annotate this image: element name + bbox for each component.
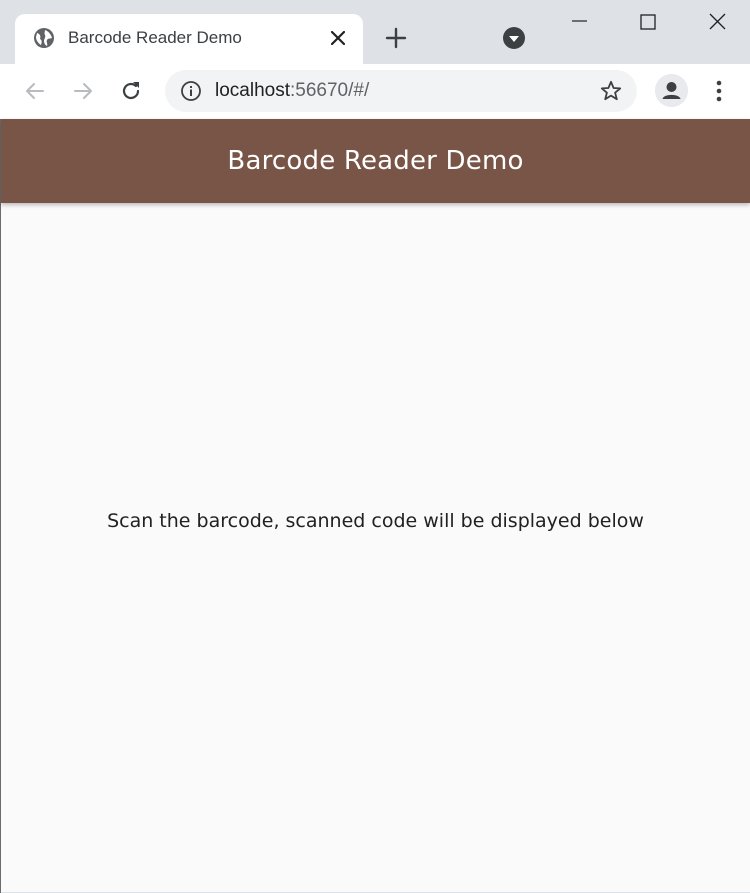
tab-close-icon[interactable] xyxy=(328,28,348,48)
browser-window: Barcode Reader Demo localhost:56670/#/ B… xyxy=(0,0,750,893)
plus-icon[interactable] xyxy=(383,25,409,51)
more-vert-icon[interactable] xyxy=(706,77,732,105)
page-content: Barcode Reader Demo Scan the barcode, sc… xyxy=(1,119,750,892)
app-bar: Barcode Reader Demo xyxy=(1,119,750,203)
url-text: localhost:56670/#/ xyxy=(215,79,369,103)
url-host: localhost xyxy=(215,80,290,101)
minimize-icon[interactable] xyxy=(567,8,593,34)
arrow-left-icon[interactable] xyxy=(21,77,49,105)
chevron-down-circle-icon[interactable] xyxy=(501,25,527,51)
address-bar[interactable]: localhost:56670/#/ xyxy=(165,70,637,112)
maximize-icon[interactable] xyxy=(635,8,661,34)
person-icon[interactable] xyxy=(655,74,688,107)
scan-instructions: Scan the barcode, scanned code will be d… xyxy=(107,510,644,532)
reload-icon[interactable] xyxy=(117,77,145,105)
tab-title: Barcode Reader Demo xyxy=(68,28,242,47)
url-path: :56670/#/ xyxy=(290,80,370,101)
close-icon[interactable] xyxy=(704,8,730,34)
app-bar-title: Barcode Reader Demo xyxy=(227,146,524,176)
tab-strip: Barcode Reader Demo xyxy=(0,0,750,64)
star-icon[interactable] xyxy=(599,79,623,103)
browser-toolbar: localhost:56670/#/ xyxy=(0,64,750,119)
globe-icon xyxy=(33,27,55,49)
info-icon[interactable] xyxy=(180,80,202,102)
arrow-right-icon[interactable] xyxy=(69,77,97,105)
tab-barcode-reader-demo[interactable]: Barcode Reader Demo xyxy=(15,14,363,64)
